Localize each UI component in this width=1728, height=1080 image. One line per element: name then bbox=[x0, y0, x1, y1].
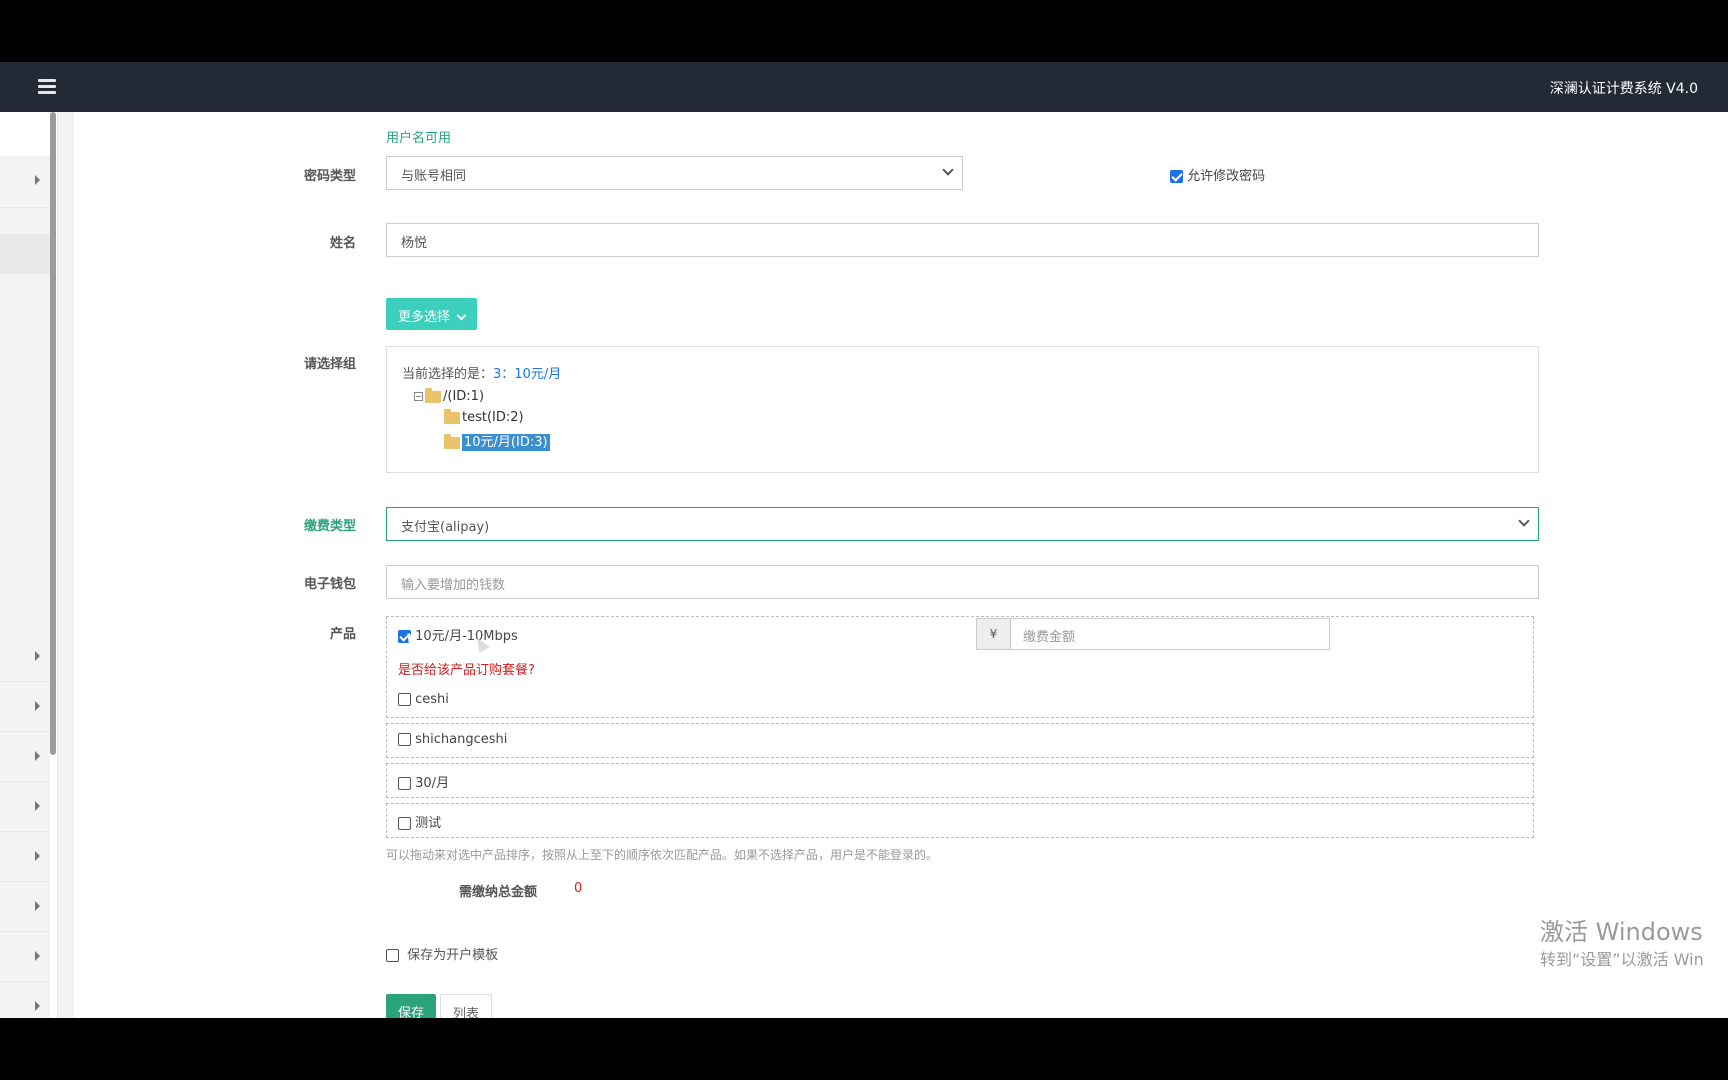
order-package-question[interactable]: 是否给该产品订购套餐? bbox=[398, 659, 535, 678]
password-type-select[interactable]: 与账号相同 bbox=[386, 156, 963, 190]
tree-node-test[interactable]: test(ID:2) bbox=[444, 408, 524, 425]
wallet-placeholder: 输入要增加的钱数 bbox=[401, 578, 506, 593]
sidebar-spacer bbox=[0, 274, 50, 632]
more-options-label: 更多选择 bbox=[398, 310, 451, 325]
collapse-icon[interactable]: − bbox=[414, 392, 423, 401]
content-gutter bbox=[58, 112, 74, 1018]
currency-addon: ¥ bbox=[977, 619, 1011, 649]
list-button[interactable]: 列表 bbox=[440, 994, 493, 1018]
tree-node-selected[interactable]: 10元/月(ID:3) bbox=[444, 431, 550, 451]
product-label: ceshi bbox=[415, 692, 449, 707]
sidebar-item-3[interactable] bbox=[0, 682, 50, 732]
chevron-down-icon bbox=[942, 164, 954, 176]
sidebar-item-4[interactable] bbox=[0, 732, 50, 782]
current-group: 当前选择的是：3：10元/月 bbox=[402, 363, 561, 382]
product-checkbox[interactable] bbox=[398, 733, 411, 746]
username-available-hint: 用户名可用 bbox=[386, 131, 452, 146]
save-button[interactable]: 保存 bbox=[386, 994, 437, 1018]
current-group-prefix: 当前选择的是： bbox=[402, 367, 494, 382]
products-label: 产品 bbox=[329, 627, 356, 642]
wallet-input[interactable]: 输入要增加的钱数 bbox=[386, 565, 1539, 599]
product-checkbox[interactable] bbox=[398, 777, 411, 790]
caret-right-icon bbox=[35, 901, 40, 911]
save-template-checkbox[interactable] bbox=[386, 949, 399, 962]
sidebar-scrollbar[interactable] bbox=[50, 112, 56, 755]
wallet-label: 电子钱包 bbox=[303, 577, 356, 592]
caret-right-icon bbox=[35, 1001, 40, 1011]
tree-node-label: /(ID:1) bbox=[443, 389, 485, 404]
product-option[interactable]: shichangceshi bbox=[398, 732, 507, 747]
tree-node-label: test(ID:2) bbox=[462, 410, 524, 425]
sidebar-item-6[interactable] bbox=[0, 832, 50, 882]
group-tree-box: 当前选择的是：3：10元/月 − /(ID:1) test(ID:2) 10元/月… bbox=[386, 346, 1539, 473]
chevron-down-icon bbox=[1518, 515, 1530, 527]
total-amount-value: 0 bbox=[574, 881, 583, 896]
allow-change-password-label: 允许修改密码 bbox=[1187, 169, 1266, 184]
allow-change-password-checkbox[interactable] bbox=[1170, 170, 1183, 183]
user-form: 用户名可用 密码类型 与账号相同 允许修改密码 姓名 杨悦 更多选择 请选择组 … bbox=[74, 112, 1728, 1018]
product-option[interactable]: ceshi bbox=[398, 692, 449, 707]
sidebar-item-5[interactable] bbox=[0, 782, 50, 832]
product-option[interactable]: 测试 bbox=[398, 812, 441, 831]
product-item-4[interactable]: 测试 bbox=[386, 803, 1534, 838]
group-label: 请选择组 bbox=[303, 357, 356, 372]
products-help-text: 可以拖动来对选中产品排序，按照从上至下的顺序依次匹配产品。如果不选择产品，用户是… bbox=[386, 848, 939, 862]
windows-activation-watermark: 激活 Windows bbox=[1540, 918, 1703, 946]
name-label: 姓名 bbox=[329, 236, 356, 251]
payment-type-label: 缴费类型 bbox=[303, 519, 356, 534]
caret-right-icon bbox=[35, 651, 40, 661]
sidebar-item-active[interactable] bbox=[0, 234, 50, 274]
payment-type-select[interactable]: 支付宝(alipay) bbox=[386, 507, 1539, 541]
caret-right-icon bbox=[35, 701, 40, 711]
product-item-2[interactable]: shichangceshi bbox=[386, 723, 1534, 758]
caret-right-icon bbox=[35, 951, 40, 961]
top-navbar: 深澜认证计费系统 V4.0 bbox=[0, 62, 1728, 112]
allow-change-password[interactable]: 允许修改密码 bbox=[1170, 165, 1265, 184]
folder-icon bbox=[444, 433, 460, 449]
save-template-label: 保存为开户模板 bbox=[407, 948, 499, 963]
product-item-1[interactable]: 10元/月-10Mbps 是否给该产品订购套餐? ceshi ¥ 缴费金额 bbox=[386, 616, 1534, 718]
sidebar-item-2[interactable] bbox=[0, 632, 50, 682]
sidebar-item-8[interactable] bbox=[0, 932, 50, 982]
password-type-value: 与账号相同 bbox=[401, 169, 467, 184]
product-item-3[interactable]: 30/月 bbox=[386, 763, 1534, 798]
product-checkbox[interactable] bbox=[398, 817, 411, 830]
sidebar bbox=[0, 112, 58, 1018]
tree-node-root[interactable]: − /(ID:1) bbox=[414, 387, 485, 404]
sidebar-item-9[interactable] bbox=[0, 982, 50, 1018]
payment-type-value: 支付宝(alipay) bbox=[401, 520, 490, 535]
app-window: 深澜认证计费系统 V4.0 用户名可用 密码类型 与账号相同 允许修改密码 姓名 bbox=[0, 62, 1728, 1018]
product-label: shichangceshi bbox=[415, 732, 508, 747]
total-amount-label: 需缴纳总金额 bbox=[459, 885, 538, 900]
chevron-down-icon bbox=[456, 310, 467, 321]
caret-right-icon bbox=[35, 851, 40, 861]
payment-amount-placeholder: 缴费金额 bbox=[1023, 630, 1076, 645]
sidebar-item-7[interactable] bbox=[0, 882, 50, 932]
folder-icon bbox=[444, 408, 460, 424]
product-label: 测试 bbox=[415, 816, 442, 831]
payment-amount-group[interactable]: ¥ 缴费金额 bbox=[976, 618, 1330, 650]
caret-right-icon bbox=[35, 751, 40, 761]
save-template-option[interactable]: 保存为开户模板 bbox=[386, 944, 498, 963]
product-label: 10元/月-10Mbps bbox=[415, 629, 518, 644]
app-title: 深澜认证计费系统 V4.0 bbox=[1549, 81, 1698, 97]
sidebar-header bbox=[0, 112, 50, 156]
caret-right-icon bbox=[35, 175, 40, 185]
product-option[interactable]: 30/月 bbox=[398, 772, 449, 791]
menu-toggle-icon[interactable] bbox=[38, 79, 56, 94]
product-label: 30/月 bbox=[415, 776, 450, 791]
folder-open-icon bbox=[425, 387, 441, 403]
product-checkbox[interactable] bbox=[398, 693, 411, 706]
sidebar-spacer bbox=[0, 208, 50, 234]
windows-activation-hint: 转到“设置”以激活 Win bbox=[1540, 950, 1704, 969]
more-options-button[interactable]: 更多选择 bbox=[386, 298, 478, 330]
tree-node-label: 10元/月(ID:3) bbox=[462, 434, 550, 451]
password-type-label: 密码类型 bbox=[303, 169, 356, 184]
name-input[interactable]: 杨悦 bbox=[386, 223, 1539, 257]
current-group-value: 3：10元/月 bbox=[493, 367, 562, 382]
caret-right-icon bbox=[35, 801, 40, 811]
sidebar-item-1[interactable] bbox=[0, 156, 50, 208]
name-value: 杨悦 bbox=[401, 236, 428, 251]
